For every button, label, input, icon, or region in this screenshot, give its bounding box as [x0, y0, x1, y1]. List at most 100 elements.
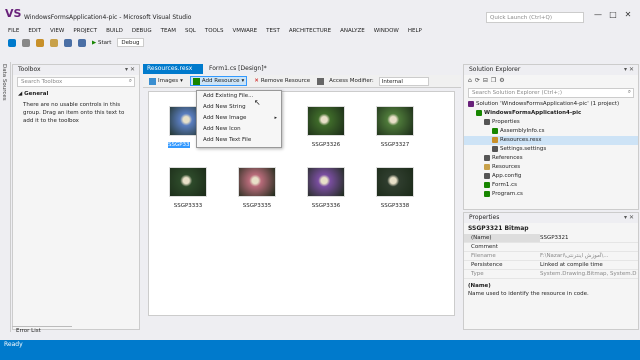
resource-name-label[interactable]: SSGP3338	[370, 203, 420, 209]
panel-pin-icon[interactable]: ▾ ✕	[624, 65, 634, 75]
resource-thumbnail[interactable]	[169, 167, 207, 197]
menu-team[interactable]: TEAM	[161, 26, 176, 36]
minimize-button[interactable]: —	[592, 10, 604, 20]
search-icon: ⌕	[128, 78, 132, 84]
menu-view[interactable]: VIEW	[50, 26, 64, 36]
property-row[interactable]: (Name) SSGP3321	[464, 234, 638, 243]
property-value[interactable]: F:\Nazari\آموزش اینترنتی\...	[540, 252, 638, 260]
menu-add-new-string[interactable]: Add New String	[197, 102, 281, 113]
solution-tree-item[interactable]: Resources	[464, 163, 638, 172]
save-icon[interactable]	[64, 38, 72, 47]
resource-name-label[interactable]: SSGP3336	[301, 203, 351, 209]
panel-pin-icon[interactable]: ▾ ✕	[125, 65, 135, 75]
toolbox-group-label: General	[24, 91, 49, 97]
menu-vmware[interactable]: VMWARE	[232, 26, 257, 36]
add-resource-button[interactable]: Add Resource ▾	[189, 76, 248, 86]
solution-tree-item[interactable]: App.config	[464, 172, 638, 181]
collapse-icon[interactable]: ⊟	[483, 77, 488, 84]
resource-thumbnail[interactable]	[307, 106, 345, 136]
property-value[interactable]: SSGP3321	[540, 234, 638, 242]
resource-thumbnail[interactable]	[376, 106, 414, 136]
toolbox-search-input[interactable]: Search Toolbox ⌕	[17, 77, 135, 87]
solution-tree-item[interactable]: AssemblyInfo.cs	[464, 127, 638, 136]
home-icon[interactable]: ⌂	[468, 77, 472, 84]
new-project-icon[interactable]	[36, 38, 44, 47]
back-icon[interactable]	[8, 38, 16, 47]
menu-file[interactable]: FILE	[8, 26, 19, 36]
menu-help[interactable]: HELP	[408, 26, 422, 36]
property-description: (Name) Name used to identify the resourc…	[464, 279, 638, 301]
access-modifier-dropdown[interactable]: Internal	[378, 76, 429, 86]
add-icon	[192, 77, 200, 85]
menu-analyze[interactable]: ANALYZE	[340, 26, 365, 36]
property-row[interactable]: Filename F:\Nazari\آموزش اینترنتی\...	[464, 252, 638, 261]
menu-add-new-text-file[interactable]: Add New Text File	[197, 135, 281, 146]
property-row[interactable]: Type System.Drawing.Bitmap, System.D	[464, 270, 638, 279]
configuration-dropdown[interactable]: Debug	[117, 38, 144, 47]
refresh-icon[interactable]: ⟳	[475, 77, 480, 84]
error-list-tab[interactable]: Error List	[12, 326, 72, 334]
search-icon: ⌕	[627, 89, 631, 95]
forward-icon[interactable]	[22, 38, 30, 47]
tab-form1-design[interactable]: Form1.cs [Design]*	[205, 64, 315, 74]
resource-thumbnail[interactable]	[238, 167, 276, 197]
menu-edit[interactable]: EDIT	[28, 26, 41, 36]
resource-thumbnail[interactable]	[307, 167, 345, 197]
maximize-button[interactable]: □	[607, 10, 619, 20]
properties-title: Properties	[469, 214, 500, 221]
solution-tree-item[interactable]: Settings.settings	[464, 145, 638, 154]
resource-name-label[interactable]: SSGP3335	[232, 203, 282, 209]
solution-tree-item[interactable]: Properties	[464, 118, 638, 127]
menu-test[interactable]: TEST	[266, 26, 280, 36]
property-row[interactable]: Comment	[464, 243, 638, 252]
menu-add-new-image[interactable]: Add New Image ▸	[197, 113, 281, 124]
tree-item-label: AssemblyInfo.cs	[500, 128, 545, 134]
menu-tools[interactable]: TOOLS	[205, 26, 224, 36]
solution-search-input[interactable]: Search Solution Explorer (Ctrl+;) ⌕	[468, 88, 634, 98]
data-sources-tab[interactable]: Data Sources	[0, 62, 11, 332]
solution-tree-item[interactable]: References	[464, 154, 638, 163]
close-button[interactable]: ✕	[622, 10, 634, 20]
menu-add-new-icon[interactable]: Add New Icon	[197, 124, 281, 135]
tree-item-label: Resources.resx	[500, 137, 542, 143]
property-row[interactable]: Persistence Linked at compile time	[464, 261, 638, 270]
menu-sql[interactable]: SQL	[185, 26, 196, 36]
views-icon[interactable]	[317, 77, 325, 85]
property-value[interactable]	[540, 243, 638, 251]
tree-item-icon	[484, 163, 490, 170]
resource-name-label[interactable]: SSGP3321	[168, 142, 190, 148]
visual-studio-logo-icon: VS	[5, 7, 22, 20]
tree-item-icon	[492, 127, 498, 134]
open-folder-icon[interactable]	[50, 38, 58, 47]
toolbox-group-general[interactable]: ◢ General	[13, 89, 139, 99]
resource-name-label[interactable]: SSGP3326	[301, 142, 351, 148]
menu-architecture[interactable]: ARCHITECTURE	[289, 26, 331, 36]
properties-object-selector[interactable]: SSGP3321 Bitmap	[464, 223, 638, 234]
property-value[interactable]: Linked at compile time	[540, 261, 638, 269]
panel-pin-icon[interactable]: ▾ ✕	[624, 213, 634, 223]
solution-tree-item[interactable]: Form1.cs	[464, 181, 638, 190]
resource-name-label[interactable]: SSGP3327	[370, 142, 420, 148]
solution-tree-item[interactable]: Solution 'WindowsFormsApplication4-pic' …	[464, 100, 638, 109]
solution-tree: Solution 'WindowsFormsApplication4-pic' …	[464, 100, 638, 199]
show-all-icon[interactable]: ❐	[491, 77, 496, 84]
menu-project[interactable]: PROJECT	[73, 26, 97, 36]
solution-tree-item[interactable]: Resources.resx	[464, 136, 638, 145]
images-category-button[interactable]: Images ▾	[147, 76, 185, 86]
resource-name-label[interactable]: SSGP3333	[163, 203, 213, 209]
solution-tree-item[interactable]: WindowsFormsApplication4-pic	[464, 109, 638, 118]
remove-resource-button[interactable]: ✕ Remove Resource	[252, 76, 312, 86]
menu-debug[interactable]: DEBUG	[132, 26, 152, 36]
start-button[interactable]: ▶ Start	[92, 40, 111, 46]
property-value[interactable]: System.Drawing.Bitmap, System.D	[540, 270, 638, 278]
tab-resources-resx[interactable]: Resources.resx ✕	[143, 64, 203, 82]
save-all-icon[interactable]	[78, 38, 86, 47]
menu-build[interactable]: BUILD	[106, 26, 123, 36]
properties-icon[interactable]: ⚙	[499, 77, 504, 84]
quick-launch-input[interactable]: Quick Launch (Ctrl+Q)	[486, 12, 584, 23]
toolbox-empty-message: There are no usable controls in this gro…	[23, 102, 125, 124]
menu-window[interactable]: WINDOW	[374, 26, 399, 36]
resource-thumbnail[interactable]	[376, 167, 414, 197]
menu-add-existing-file[interactable]: Add Existing File...	[197, 91, 281, 102]
solution-tree-item[interactable]: Program.cs	[464, 190, 638, 199]
